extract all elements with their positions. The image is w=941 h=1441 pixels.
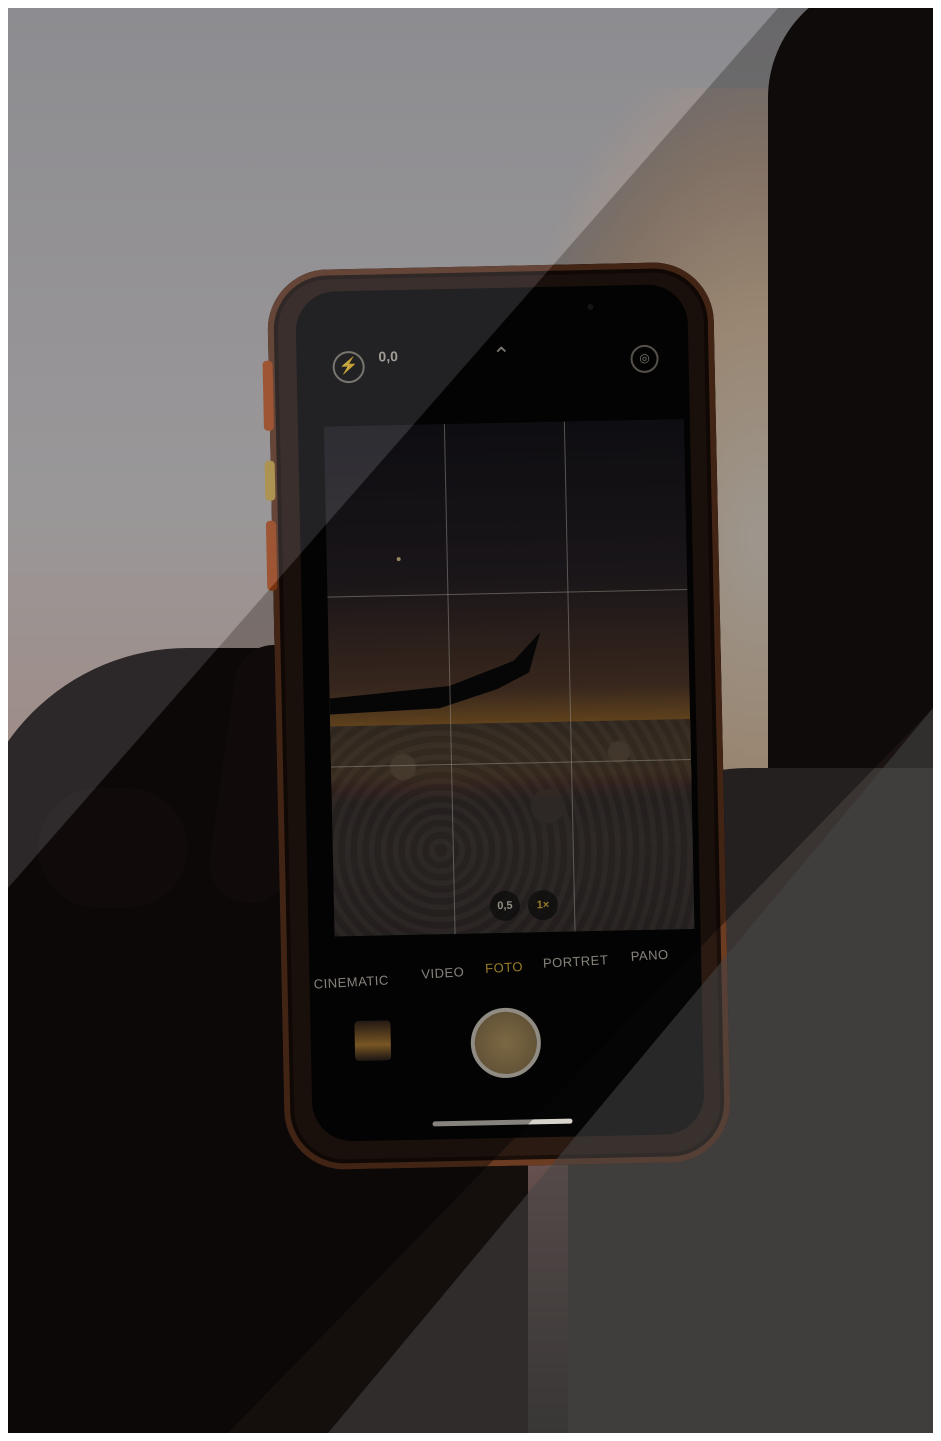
phone-side-button <box>262 360 274 431</box>
photo-scene: ⚡ 0,0 ⌃ ◎ 0,5 1× CINEMATIC VIDEO FOTO PO… <box>8 8 933 1433</box>
phone-side-button <box>264 460 276 501</box>
chevron-up-icon[interactable]: ⌃ <box>486 342 517 371</box>
mode-foto[interactable]: FOTO <box>485 959 524 976</box>
camera-viewfinder[interactable]: 0,5 1× <box>323 419 695 937</box>
mode-portret[interactable]: PORTRET <box>543 952 609 971</box>
mode-video[interactable]: VIDEO <box>421 964 465 981</box>
finger <box>38 788 188 908</box>
star <box>396 557 401 562</box>
phone-screen: ⚡ 0,0 ⌃ ◎ 0,5 1× CINEMATIC VIDEO FOTO PO… <box>295 283 705 1142</box>
home-indicator <box>432 1118 573 1127</box>
airplane-wing <box>329 632 541 715</box>
phone-side-button <box>265 520 278 591</box>
shutter-button[interactable] <box>470 1007 542 1079</box>
mode-cinematic[interactable]: CINEMATIC <box>313 972 389 991</box>
exposure-value[interactable]: 0,0 <box>378 348 398 364</box>
flash-off-icon[interactable]: ⚡ <box>332 350 365 384</box>
last-photo-thumbnail[interactable] <box>354 1020 392 1062</box>
smartphone: ⚡ 0,0 ⌃ ◎ 0,5 1× CINEMATIC VIDEO FOTO PO… <box>262 261 732 1171</box>
live-photo-off-icon[interactable]: ◎ <box>630 344 659 374</box>
grid-line <box>327 589 688 598</box>
mode-pano[interactable]: PANO <box>630 947 669 964</box>
camera-top-bar: ⚡ 0,0 ⌃ ◎ <box>295 284 689 412</box>
front-camera <box>587 303 594 311</box>
camera-mode-selector: CINEMATIC VIDEO FOTO PORTRET PANO <box>309 945 702 997</box>
